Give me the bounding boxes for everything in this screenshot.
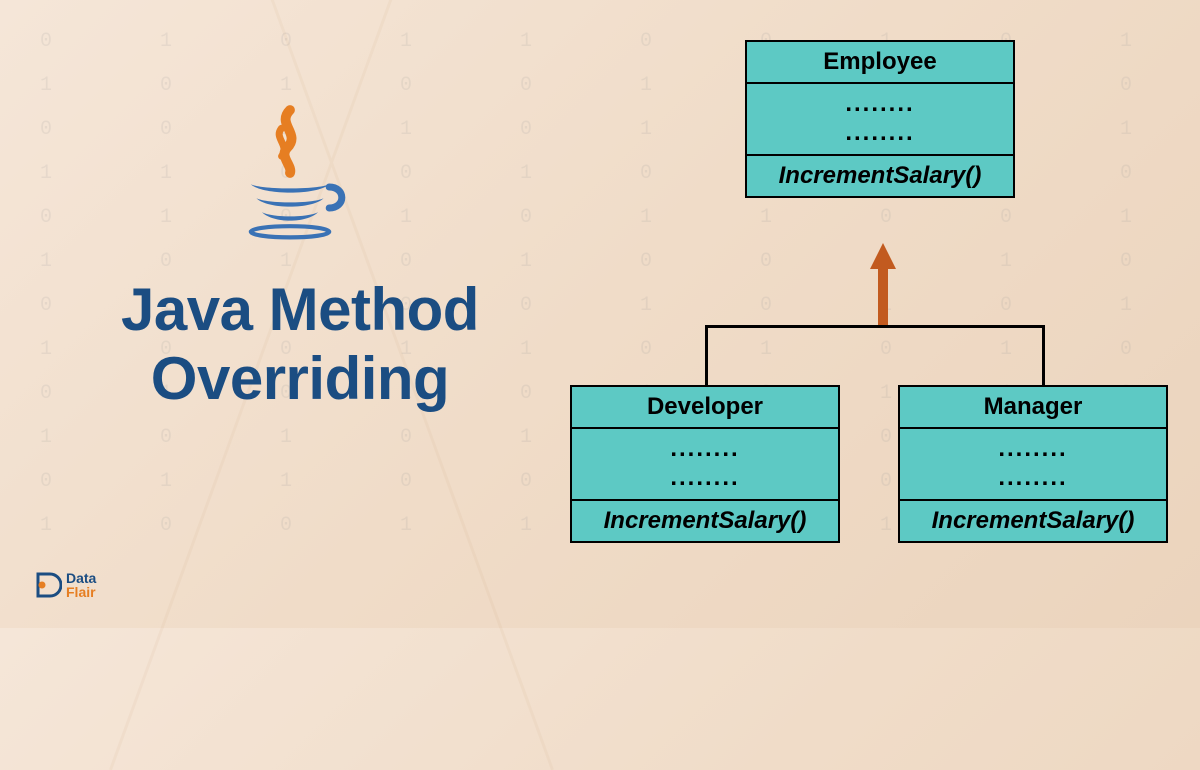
page-title: Java Method Overriding [60, 275, 540, 413]
class-name-employee: Employee [747, 42, 1013, 84]
title-line-1: Java Method [60, 275, 540, 344]
java-logo-icon [220, 98, 360, 248]
class-attrs-manager: ........ ........ [900, 429, 1166, 501]
class-attrs-developer: ........ ........ [572, 429, 838, 501]
class-method-developer: IncrementSalary() [572, 501, 838, 541]
class-box-manager: Manager ........ ........ IncrementSalar… [898, 385, 1168, 543]
class-method-manager: IncrementSalary() [900, 501, 1166, 541]
brand-text: Data Flair [66, 571, 96, 599]
class-name-developer: Developer [572, 387, 838, 429]
brand-logo: Data Flair [32, 570, 96, 600]
class-attrs-employee: ........ ........ [747, 84, 1013, 156]
inheritance-arrow-icon [870, 243, 896, 269]
class-method-employee: IncrementSalary() [747, 156, 1013, 196]
connector-horizontal [705, 325, 1045, 328]
class-name-manager: Manager [900, 387, 1166, 429]
class-diagram: Employee ........ ........ IncrementSala… [560, 40, 1170, 600]
brand-icon [32, 570, 62, 600]
connector-left [705, 325, 708, 385]
title-line-2: Overriding [60, 344, 540, 413]
class-box-employee: Employee ........ ........ IncrementSala… [745, 40, 1015, 198]
class-box-developer: Developer ........ ........ IncrementSal… [570, 385, 840, 543]
connector-right [1042, 325, 1045, 385]
